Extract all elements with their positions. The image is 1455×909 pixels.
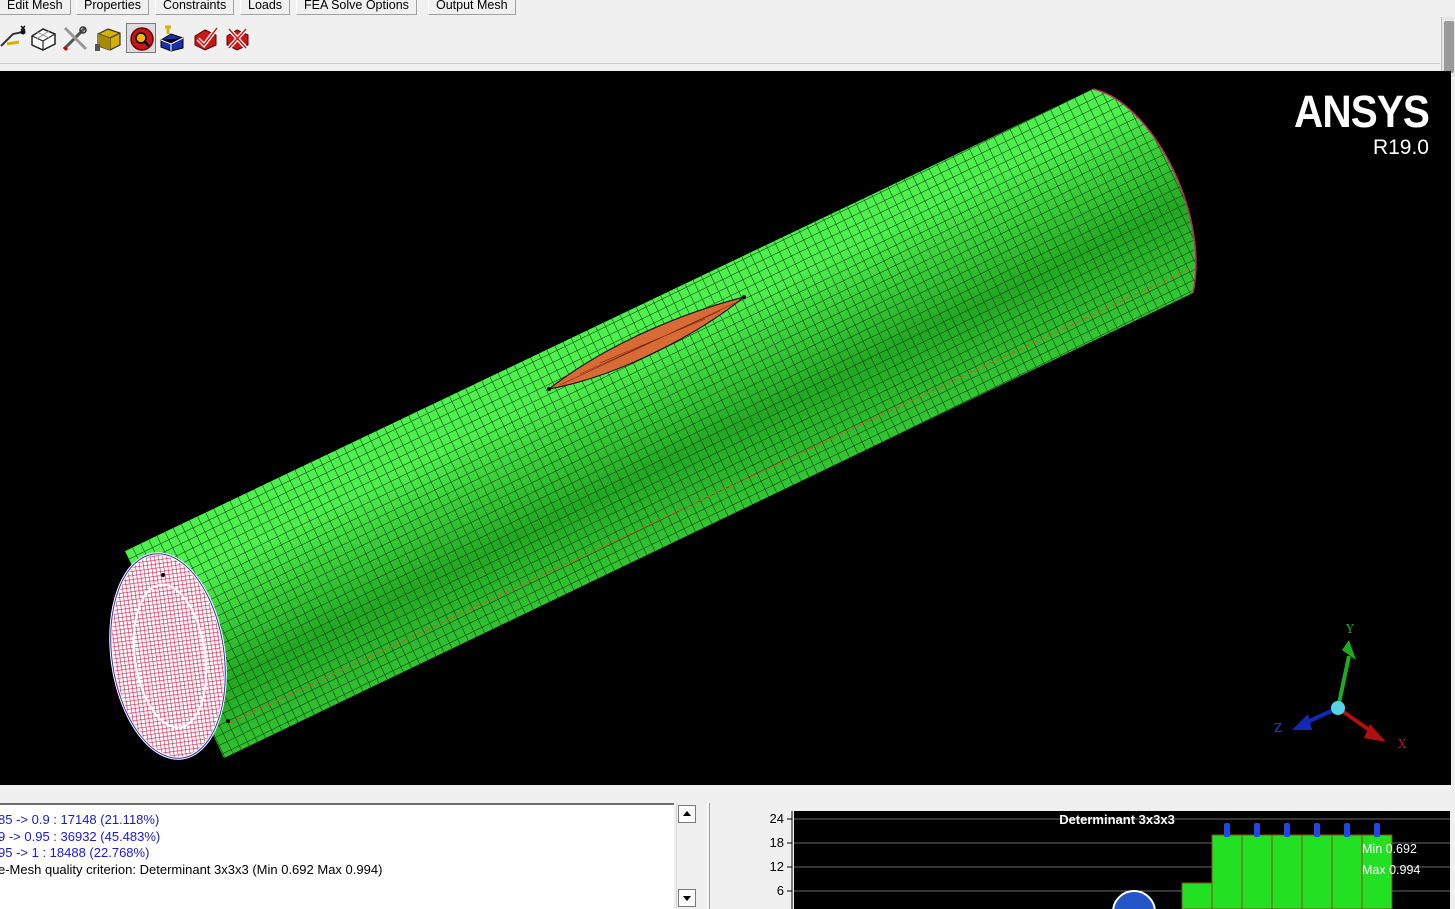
cancel-button[interactable] — [222, 23, 252, 53]
scrollbar-thumb[interactable] — [1444, 21, 1454, 73]
message-log[interactable]: 85 -> 0.9 : 17148 (21.118%) 9 -> 0.95 : … — [0, 803, 674, 909]
solid-element-button[interactable] — [93, 23, 123, 53]
cancel-icon — [226, 27, 249, 51]
z-axis-arrow — [1292, 714, 1312, 730]
tab-properties[interactable]: Properties — [76, 0, 149, 15]
tools-icon — [62, 26, 88, 52]
mesh-model — [109, 88, 1197, 760]
tab-loads[interactable]: Loads — [240, 0, 291, 15]
mesh-quality-button[interactable] — [126, 23, 156, 53]
check-mesh-button[interactable] — [158, 23, 188, 53]
bar-marker — [1224, 823, 1230, 837]
min-label: Min 0.692 — [1362, 842, 1417, 856]
graphics-viewport[interactable]: ANSYS R19.0 Y X Z — [0, 71, 1451, 785]
surface-mesh-icon — [31, 28, 56, 51]
y-tick-label: 18 — [770, 835, 784, 850]
mesh-quality-icon — [130, 27, 154, 51]
histogram-bar — [1241, 834, 1273, 909]
accept-button[interactable] — [190, 23, 220, 53]
node-connect-button[interactable] — [0, 23, 28, 53]
accept-check-icon — [194, 26, 219, 51]
log-scrollbar[interactable] — [676, 803, 699, 909]
scroll-down-button[interactable] — [678, 889, 696, 907]
tab-bar: Edit Mesh Properties Constraints Loads F… — [0, 0, 1455, 16]
arrow-up-icon — [683, 811, 691, 816]
solid-element-icon — [95, 28, 121, 51]
tools-button[interactable] — [60, 23, 90, 53]
y-tick-label: 6 — [777, 883, 784, 898]
max-label: Max 0.994 — [1362, 863, 1420, 877]
log-line: e-Mesh quality criterion: Determinant 3x… — [0, 861, 383, 877]
bar-marker — [1254, 823, 1260, 837]
bar-marker — [1314, 823, 1320, 837]
node-connect-icon — [0, 25, 26, 47]
brand-watermark: ANSYS R19.0 — [1279, 86, 1430, 159]
histogram-bar — [1271, 834, 1303, 909]
arrow-down-icon — [683, 896, 691, 901]
histogram-bar — [1331, 834, 1363, 909]
bar-marker — [1344, 823, 1350, 837]
histogram-bar — [1301, 834, 1333, 909]
tab-constraints[interactable]: Constraints — [155, 0, 235, 15]
tab-output-mesh[interactable]: Output Mesh — [428, 0, 516, 15]
tab-fea-solve-options[interactable]: FEA Solve Options — [296, 0, 417, 15]
panel-splitter[interactable] — [707, 803, 710, 909]
bar-marker — [1284, 823, 1290, 837]
y-axis-label: Y — [1346, 622, 1354, 636]
window-scrollbar[interactable] — [1441, 17, 1455, 77]
bar-marker — [1374, 823, 1380, 837]
log-line: 85 -> 0.9 : 17148 (21.118%) — [0, 812, 160, 827]
y-tick-label: 12 — [770, 859, 784, 874]
scroll-up-button[interactable] — [678, 805, 696, 823]
log-line: 9 -> 0.95 : 36932 (45.483%) — [0, 828, 161, 844]
bottom-panel: 85 -> 0.9 : 17148 (21.118%) 9 -> 0.95 : … — [0, 785, 1455, 909]
toolbar — [0, 17, 1440, 64]
z-axis-label: Z — [1274, 721, 1283, 735]
histogram-bar — [1181, 882, 1213, 909]
log-line: 95 -> 1 : 18488 (22.768%) — [0, 845, 150, 860]
y-tick-label: 24 — [770, 811, 784, 826]
check-mesh-icon — [160, 25, 184, 52]
histogram-bar — [1211, 834, 1243, 909]
tab-edit-mesh[interactable]: Edit Mesh — [0, 0, 71, 15]
brand-name: ANSYS — [1293, 86, 1430, 137]
quality-histogram: 24181260Determinant 3x3x3Min 0.692Max 0.… — [770, 811, 1450, 909]
surface-mesh-button[interactable] — [28, 23, 58, 53]
brand-version: R19.0 — [1372, 136, 1429, 159]
x-axis-label: X — [1398, 737, 1407, 751]
chart-title: Determinant 3x3x3 — [1059, 812, 1175, 827]
